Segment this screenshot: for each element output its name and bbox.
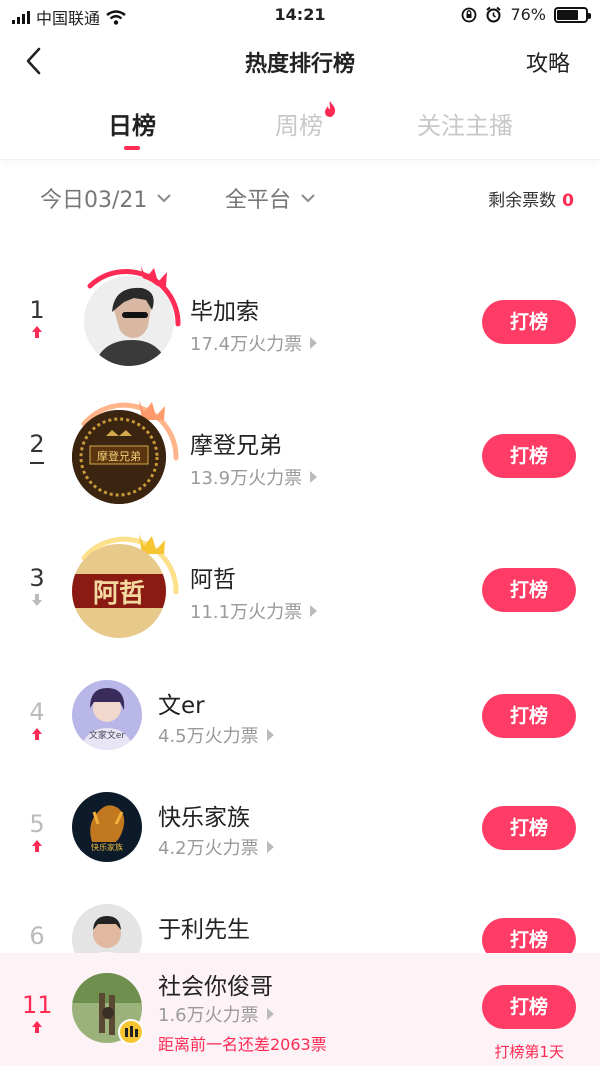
nav-bar: 热度排行榜 攻略: [0, 32, 600, 92]
vote-button[interactable]: 打榜: [482, 434, 576, 478]
vote-button[interactable]: 打榜: [482, 918, 576, 954]
streamer-name: 文er: [158, 693, 205, 719]
guide-link[interactable]: 攻略: [526, 46, 570, 78]
streamer-name: 阿哲: [190, 567, 236, 593]
battery-icon: [554, 6, 591, 23]
streamer-name: 摩登兄弟: [190, 433, 282, 459]
svg-text:文家文er: 文家文er: [89, 729, 126, 741]
date-filter-label: 今日03/21: [40, 188, 148, 213]
my-vote-count-text: 1.6万火力票: [158, 1005, 259, 1026]
vote-gap-text: 距离前一名还差2063票: [158, 1035, 327, 1054]
tab-following[interactable]: 关注主播: [417, 106, 513, 141]
avatar[interactable]: 摩登兄弟: [72, 410, 166, 504]
my-rank-number: 11: [22, 991, 53, 1019]
tab-following-label: 关注主播: [417, 112, 513, 140]
vote-count-text: 11.1万火力票: [190, 602, 303, 623]
vote-button[interactable]: 打榜: [482, 568, 576, 612]
list-item[interactable]: 6 于利先生 打榜: [0, 894, 600, 954]
live-audio-icon: [118, 1019, 144, 1045]
list-item[interactable]: 1 毕加索 17.4万火力票 打榜: [0, 258, 600, 382]
vote-days-text: 打榜第1天: [494, 1043, 564, 1061]
svg-text:快乐家族: 快乐家族: [91, 842, 123, 852]
page-title: 热度排行榜: [244, 52, 355, 77]
remaining-votes: 剩余票数 0: [488, 186, 574, 211]
avatar[interactable]: 快乐家族: [72, 792, 142, 862]
my-name: 社会你俊哥: [158, 974, 273, 1000]
vote-count: 11.1万火力票: [190, 598, 318, 624]
vote-count-text: 4.2万火力票: [158, 838, 259, 859]
play-triangle-icon: [266, 729, 274, 741]
vote-button[interactable]: 打榜: [482, 694, 576, 738]
svg-text:摩登兄弟: 摩登兄弟: [97, 449, 141, 463]
trend-up-icon: [32, 326, 42, 338]
play-triangle-icon: [266, 1008, 274, 1020]
vote-count: 4.5万火力票: [158, 722, 274, 748]
vote-button[interactable]: 打榜: [482, 985, 576, 1029]
vote-count-text: 17.4万火力票: [190, 334, 303, 355]
svg-text:阿哲: 阿哲: [93, 579, 145, 609]
rank-number: 2: [29, 430, 45, 458]
platform-filter[interactable]: 全平台: [225, 182, 315, 214]
chevron-down-icon: [301, 194, 315, 203]
streamer-name: 快乐家族: [158, 805, 250, 831]
avatar[interactable]: [84, 276, 174, 366]
status-bar: 中国联通 14:21 76%: [0, 0, 600, 32]
vote-button[interactable]: 打榜: [482, 806, 576, 850]
chevron-down-icon: [157, 194, 172, 203]
tab-daily[interactable]: 日榜: [108, 106, 156, 150]
vote-count-text: 13.9万火力票: [190, 468, 303, 489]
play-triangle-icon: [310, 337, 318, 349]
trend-up-icon: [32, 728, 42, 740]
filter-bar: 今日03/21 全平台 剩余票数 0: [0, 178, 600, 218]
list-item[interactable]: 5 快乐家族 快乐家族 4.2万火力票 打榜: [0, 782, 600, 882]
rank-number: 1: [29, 296, 45, 324]
my-vote-count: 1.6万火力票: [158, 1001, 274, 1027]
tab-weekly[interactable]: 周榜: [275, 101, 336, 141]
active-tab-indicator: [124, 146, 140, 150]
platform-filter-label: 全平台: [225, 188, 292, 213]
remaining-votes-label: 剩余票数: [488, 191, 557, 211]
fire-icon: [325, 101, 336, 117]
tab-bar: 日榜 周榜 关注主播: [0, 92, 600, 160]
rank-number: 6: [29, 922, 45, 950]
vote-button[interactable]: 打榜: [482, 300, 576, 344]
rank-number: 5: [29, 810, 45, 838]
vote-count-text: 4.5万火力票: [158, 726, 259, 747]
battery-percent: 76%: [510, 5, 546, 24]
vote-count: 13.9万火力票: [190, 464, 318, 490]
trend-up-icon: [32, 840, 42, 852]
avatar[interactable]: 文家文er: [72, 680, 142, 750]
list-item[interactable]: 3 阿哲 阿哲 11.1万火力票 打榜: [0, 526, 600, 650]
list-item[interactable]: 2 摩登兄弟 摩登兄弟 13.9万火力票 打榜: [0, 392, 600, 516]
remaining-votes-count: 0: [562, 191, 574, 211]
my-rank-bar: 11 社会你俊哥 1.6万火力票 距离前一名还差2063票 打榜 打榜第1天: [0, 953, 600, 1066]
rank-number: 3: [29, 564, 45, 592]
play-triangle-icon: [310, 471, 318, 483]
vote-count: 17.4万火力票: [190, 330, 318, 356]
avatar[interactable]: 阿哲: [72, 544, 166, 638]
alarm-icon: [486, 6, 502, 23]
streamer-name: 于利先生: [158, 917, 250, 943]
vote-count: 4.2万火力票: [158, 834, 274, 860]
trend-same-icon: [30, 462, 44, 464]
avatar[interactable]: [72, 904, 142, 954]
play-triangle-icon: [266, 841, 274, 853]
trend-up-icon: [32, 1021, 42, 1033]
rank-number: 4: [29, 698, 45, 726]
tab-weekly-label: 周榜: [275, 112, 323, 140]
date-filter[interactable]: 今日03/21: [40, 182, 172, 214]
trend-down-icon: [32, 594, 42, 606]
streamer-name: 毕加索: [190, 299, 259, 325]
list-item[interactable]: 4 文家文er 文er 4.5万火力票 打榜: [0, 670, 600, 770]
play-triangle-icon: [310, 605, 318, 617]
tab-daily-label: 日榜: [108, 112, 156, 140]
rotation-lock-icon: [462, 7, 477, 22]
